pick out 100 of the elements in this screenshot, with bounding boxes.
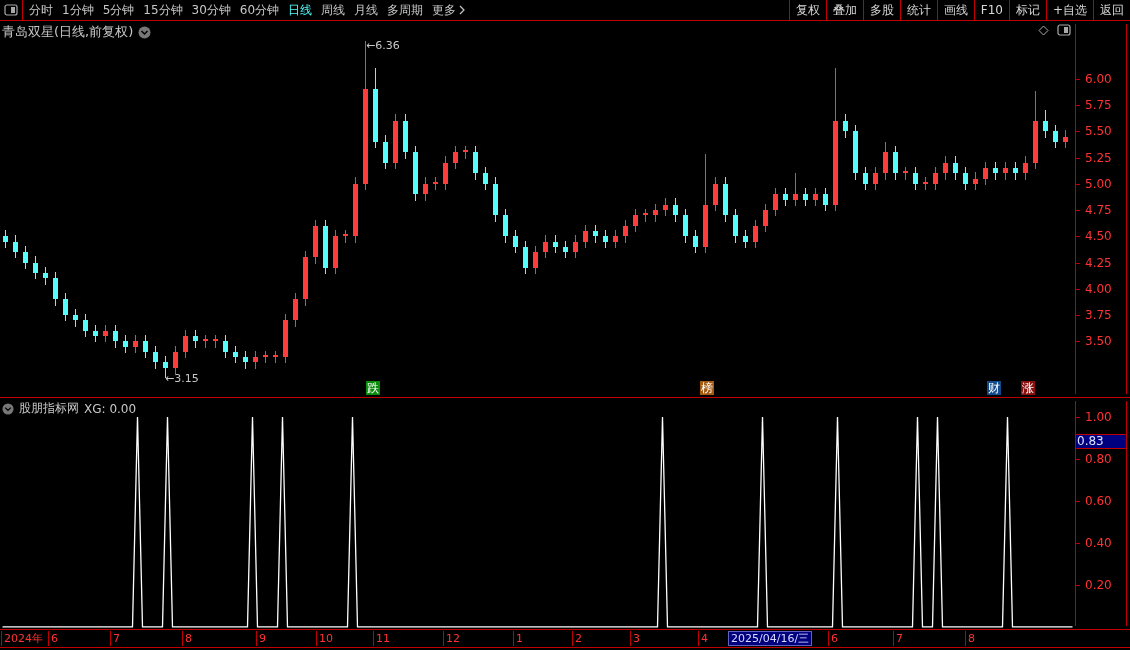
period-tab[interactable]: 分时: [29, 1, 53, 19]
period-tab[interactable]: 1分钟: [62, 1, 94, 19]
axis-label: 4.25: [1085, 254, 1112, 271]
candlestick: [473, 145, 478, 181]
date-label: 9: [256, 631, 268, 646]
panel-toggle-icon[interactable]: [4, 4, 18, 16]
period-tab[interactable]: 日线: [288, 1, 313, 19]
candlestick: [543, 234, 548, 259]
period-tab[interactable]: 5分钟: [102, 1, 135, 19]
axis-label: 5.25: [1085, 149, 1112, 166]
panel-toggle-icon[interactable]: [1057, 24, 1071, 36]
candlestick: [323, 219, 328, 275]
toolbar-button[interactable]: 标记: [1008, 0, 1046, 20]
candlestick: [603, 229, 608, 249]
date-label: 7: [110, 631, 122, 646]
candlestick: [913, 166, 918, 191]
event-tag[interactable]: 榜: [700, 381, 714, 395]
candlestick: [193, 329, 198, 349]
candlestick: [693, 229, 698, 254]
period-tab[interactable]: 30分钟: [191, 1, 231, 19]
period-tab[interactable]: 多周期: [387, 1, 424, 19]
candlestick: [183, 329, 188, 359]
date-label: 11: [373, 631, 392, 646]
candlestick: [533, 245, 538, 275]
period-tab[interactable]: 60分钟: [239, 1, 280, 19]
axis-label: 5.75: [1085, 97, 1112, 113]
event-tag[interactable]: 财: [987, 381, 1001, 395]
candlestick: [203, 334, 208, 349]
toolbar-button[interactable]: +自选: [1045, 0, 1093, 20]
candlestick: [633, 208, 638, 233]
toolbar-button[interactable]: 返回: [1093, 0, 1130, 20]
candlestick: [993, 161, 998, 181]
date-label: 1: [513, 631, 525, 646]
candlestick: [223, 334, 228, 359]
candlestick: [73, 308, 78, 328]
axis-label: 0.60: [1085, 492, 1112, 509]
candlestick: [93, 324, 98, 343]
axis-label: 3.50: [1085, 333, 1112, 350]
period-tab[interactable]: 15分钟: [143, 1, 183, 19]
candlestick: [413, 145, 418, 202]
period-tab[interactable]: 月线: [354, 1, 379, 19]
candlestick: [1013, 161, 1018, 181]
candlestick: [773, 187, 778, 217]
candlestick: [623, 219, 628, 244]
candlestick: [883, 141, 888, 181]
candlestick: [243, 350, 248, 370]
candlestick: [943, 155, 948, 181]
date-label: 6: [828, 631, 840, 646]
candlestick: [313, 219, 318, 265]
candlestick: [643, 208, 648, 223]
candlestick: [793, 172, 798, 207]
candlestick: [423, 176, 428, 202]
candlestick: [683, 208, 688, 244]
event-tag[interactable]: 跌: [366, 381, 380, 395]
dropdown-icon[interactable]: [2, 402, 14, 415]
diamond-icon[interactable]: [1038, 24, 1049, 36]
candlestick: [783, 187, 788, 207]
toolbar-button[interactable]: 叠加: [825, 0, 863, 20]
candlestick: [283, 313, 288, 364]
axis-label: 5.50: [1085, 123, 1112, 140]
candlestick: [743, 229, 748, 249]
candlestick: [563, 240, 568, 259]
event-tag[interactable]: 涨: [1021, 381, 1035, 395]
candlestick: [853, 124, 858, 181]
candlestick: [63, 292, 68, 322]
candlestick: [1003, 161, 1008, 181]
toolbar-button[interactable]: 复权: [788, 0, 826, 20]
candlestick: [613, 229, 618, 249]
candlestick: [843, 113, 848, 139]
candlestick: [493, 176, 498, 223]
toolbar-button[interactable]: 画线: [936, 0, 974, 20]
candlestick: [273, 350, 278, 364]
candlestick: [333, 229, 338, 275]
candlestick: [453, 145, 458, 170]
candlestick: [133, 334, 138, 354]
candlestick: [893, 145, 898, 181]
period-tab[interactable]: 周线: [321, 1, 346, 19]
price-label: ←3.15: [165, 373, 199, 385]
candlestick: [903, 166, 908, 181]
date-label: 12: [443, 631, 462, 646]
date-label: 8: [965, 631, 977, 646]
candlestick: [253, 350, 258, 370]
toolbar-button[interactable]: 统计: [899, 0, 937, 20]
dropdown-icon[interactable]: [138, 25, 152, 39]
toolbar-button[interactable]: F10: [973, 0, 1009, 20]
more-button[interactable]: 更多: [432, 1, 466, 19]
candlestick: [433, 176, 438, 191]
date-label: 6: [48, 631, 60, 646]
candlestick: [713, 176, 718, 212]
candlestick: [593, 224, 598, 244]
candlestick: [553, 234, 558, 254]
candlestick: [263, 350, 268, 364]
toolbar-button[interactable]: 多股: [862, 0, 900, 20]
candlestick: [113, 324, 118, 349]
axis-label: 4.75: [1085, 202, 1112, 219]
candlestick: [483, 166, 488, 191]
candlestick: [213, 334, 218, 349]
candlestick: [83, 313, 88, 338]
candlestick: [963, 166, 968, 191]
axis-label: 6.00: [1085, 70, 1112, 87]
